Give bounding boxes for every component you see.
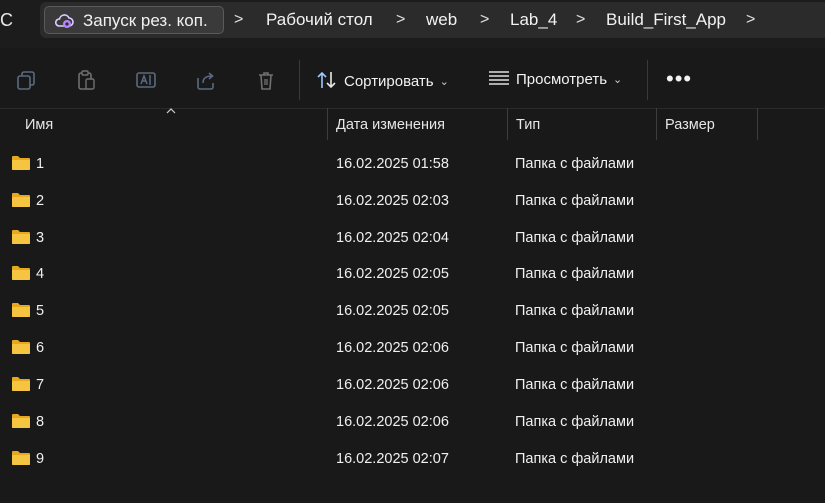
folder-icon xyxy=(12,193,30,207)
folder-icon xyxy=(12,451,30,465)
more-options-button[interactable]: ••• xyxy=(666,64,694,94)
breadcrumb-item-backup[interactable]: Запуск рез. коп. xyxy=(44,6,224,34)
chevron-right-icon[interactable]: > xyxy=(480,6,489,34)
row-name: 8 xyxy=(36,414,45,430)
column-divider[interactable] xyxy=(757,108,758,140)
row-type: Папка с файлами xyxy=(515,377,635,393)
table-row[interactable]: 7 16.02.2025 02:06 Папка с файлами xyxy=(0,367,825,404)
sort-button[interactable]: Сортировать ⌄ xyxy=(316,66,449,94)
folder-icon xyxy=(12,340,30,354)
view-icon xyxy=(489,71,509,85)
row-name: 3 xyxy=(36,230,45,246)
breadcrumb-item-build-first-app[interactable]: Build_First_App xyxy=(606,6,726,34)
table-row[interactable]: 2 16.02.2025 02:03 Папка с файлами xyxy=(0,183,825,220)
breadcrumb-item-lab4[interactable]: Lab_4 xyxy=(510,6,557,34)
rename-icon[interactable] xyxy=(135,69,157,91)
row-date: 16.02.2025 02:05 xyxy=(336,303,449,319)
folder-icon xyxy=(12,414,30,428)
table-row[interactable]: 6 16.02.2025 02:06 Папка с файлами xyxy=(0,330,825,367)
column-divider[interactable] xyxy=(327,108,328,140)
row-name: 1 xyxy=(36,156,45,172)
column-header-date[interactable]: Дата изменения xyxy=(336,108,445,140)
row-date: 16.02.2025 02:06 xyxy=(336,340,449,356)
row-date: 16.02.2025 02:06 xyxy=(336,414,449,430)
sort-icon xyxy=(317,71,336,89)
cloud-backup-icon xyxy=(54,14,74,28)
chevron-right-icon[interactable]: > xyxy=(234,6,243,34)
toolbar-divider xyxy=(647,60,648,100)
row-type: Папка с файлами xyxy=(515,340,635,356)
row-date: 16.02.2025 02:04 xyxy=(336,230,449,246)
breadcrumb-item-web[interactable]: web xyxy=(426,6,457,34)
folder-icon xyxy=(12,303,30,317)
folder-icon xyxy=(12,266,30,280)
chevron-right-icon[interactable]: > xyxy=(396,6,405,34)
chevron-right-icon[interactable]: > xyxy=(576,6,585,34)
row-date: 16.02.2025 02:06 xyxy=(336,377,449,393)
folder-icon xyxy=(12,377,30,391)
view-label: Просмотреть xyxy=(516,71,608,88)
row-type: Папка с файлами xyxy=(515,414,635,430)
sort-label: Сортировать xyxy=(344,73,434,90)
toolbar-divider xyxy=(299,60,300,100)
row-type: Папка с файлами xyxy=(515,303,635,319)
row-name: 5 xyxy=(36,303,45,319)
column-headers: Имя Дата изменения Тип Размер xyxy=(0,108,825,140)
row-name: 7 xyxy=(36,377,45,393)
folder-icon xyxy=(12,156,30,170)
row-type: Папка с файлами xyxy=(515,156,635,172)
delete-icon[interactable] xyxy=(255,69,277,91)
share-icon[interactable] xyxy=(195,69,217,91)
row-date: 16.02.2025 02:03 xyxy=(336,193,449,209)
folder-icon xyxy=(12,230,30,244)
row-date: 16.02.2025 02:07 xyxy=(336,451,449,467)
row-type: Папка с файлами xyxy=(515,230,635,246)
table-row[interactable]: 5 16.02.2025 02:05 Папка с файлами xyxy=(0,293,825,330)
table-row[interactable]: 4 16.02.2025 02:05 Папка с файлами xyxy=(0,256,825,293)
row-type: Папка с файлами xyxy=(515,266,635,282)
address-bar: C Запуск рез. коп. > Рабочий стол > web … xyxy=(0,0,825,48)
row-name: 6 xyxy=(36,340,45,356)
sort-caret-icon xyxy=(166,108,176,114)
view-button[interactable]: Просмотреть ⌄ xyxy=(488,66,622,94)
table-row[interactable]: 1 16.02.2025 01:58 Папка с файлами xyxy=(0,146,825,183)
row-type: Папка с файлами xyxy=(515,193,635,209)
table-row[interactable]: 8 16.02.2025 02:06 Папка с файлами xyxy=(0,404,825,441)
column-divider[interactable] xyxy=(507,108,508,140)
column-header-name[interactable]: Имя xyxy=(25,108,53,140)
row-date: 16.02.2025 01:58 xyxy=(336,156,449,172)
paste-icon[interactable] xyxy=(75,69,97,91)
row-date: 16.02.2025 02:05 xyxy=(336,266,449,282)
breadcrumb-item-desktop[interactable]: Рабочий стол xyxy=(266,6,373,34)
breadcrumb[interactable]: Запуск рез. коп. > Рабочий стол > web > … xyxy=(40,2,825,38)
row-name: 2 xyxy=(36,193,45,209)
chevron-down-icon: ⌄ xyxy=(613,74,623,86)
breadcrumb-label: Запуск рез. коп. xyxy=(83,11,208,30)
command-bar: Сортировать ⌄ Просмотреть ⌄ ••• xyxy=(0,50,825,109)
refresh-icon[interactable]: C xyxy=(0,8,14,32)
row-name: 4 xyxy=(36,266,45,282)
column-header-type[interactable]: Тип xyxy=(516,108,540,140)
row-type: Папка с файлами xyxy=(515,451,635,467)
column-header-size[interactable]: Размер xyxy=(665,108,715,140)
chevron-down-icon: ⌄ xyxy=(439,76,449,88)
copy-icon[interactable] xyxy=(15,69,37,91)
column-divider[interactable] xyxy=(656,108,657,140)
chevron-right-icon[interactable]: > xyxy=(746,6,755,34)
row-name: 9 xyxy=(36,451,45,467)
table-row[interactable]: 3 16.02.2025 02:04 Папка с файлами xyxy=(0,220,825,257)
table-row[interactable]: 9 16.02.2025 02:07 Папка с файлами xyxy=(0,441,825,478)
